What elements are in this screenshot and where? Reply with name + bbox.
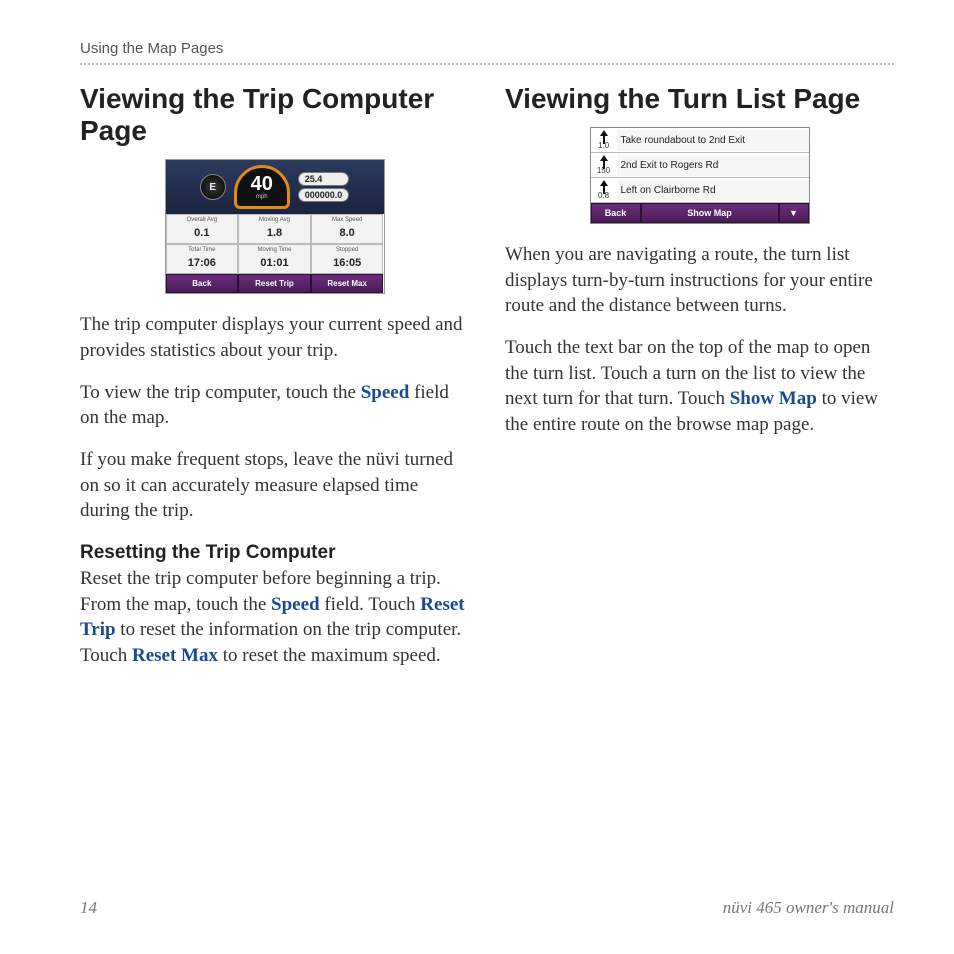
- stat-cell: Moving Time01:01: [238, 244, 311, 274]
- turn-arrow-icon: [599, 130, 609, 140]
- turn-row[interactable]: 1.0 Take roundabout to 2nd Exit: [591, 128, 809, 153]
- turn-text: Take roundabout to 2nd Exit: [617, 130, 809, 151]
- speed-dial: 40 mph: [234, 165, 290, 209]
- page-number: 14: [80, 898, 97, 918]
- reset-trip-button[interactable]: Reset Trip: [238, 274, 311, 293]
- reset-max-ref: Reset Max: [132, 645, 218, 666]
- scroll-down-button[interactable]: [779, 203, 809, 223]
- back-button[interactable]: Back: [591, 203, 641, 223]
- odometer: 000000.0: [298, 188, 350, 202]
- section-header: Using the Map Pages: [80, 40, 894, 65]
- paragraph: If you make frequent stops, leave the nü…: [80, 447, 469, 524]
- show-map-ref: Show Map: [730, 388, 817, 409]
- compass-icon: E: [200, 174, 226, 200]
- paragraph: The trip computer displays your current …: [80, 312, 469, 363]
- paragraph: Reset the trip computer before beginning…: [80, 566, 469, 669]
- stat-cell: Overall Avg0.1: [166, 214, 239, 244]
- left-column: Viewing the Trip Computer Page E 40 mph …: [80, 83, 469, 668]
- trip-distance: 25.4: [298, 172, 350, 186]
- paragraph: Touch the text bar on the top of the map…: [505, 335, 894, 438]
- turn-row[interactable]: 0.8 Left on Clairborne Rd: [591, 178, 809, 203]
- back-button[interactable]: Back: [166, 274, 239, 293]
- turn-text: 2nd Exit to Rogers Rd: [617, 155, 809, 176]
- turn-list-screenshot: 1.0 Take roundabout to 2nd Exit 150 2nd …: [590, 127, 810, 224]
- show-map-button[interactable]: Show Map: [641, 203, 779, 223]
- reset-max-button[interactable]: Reset Max: [311, 274, 384, 293]
- subheading-resetting: Resetting the Trip Computer: [80, 542, 469, 564]
- turn-arrow-icon: [599, 155, 609, 165]
- manual-title: nüvi 465 owner's manual: [723, 898, 894, 918]
- speed-unit: mph: [256, 194, 268, 200]
- paragraph: To view the trip computer, touch the Spe…: [80, 380, 469, 431]
- turn-arrow-icon: [599, 180, 609, 190]
- speed-field-ref: Speed: [361, 382, 410, 403]
- heading-trip-computer: Viewing the Trip Computer Page: [80, 83, 469, 147]
- stat-cell: Moving Avg1.8: [238, 214, 311, 244]
- paragraph: When you are navigating a route, the tur…: [505, 242, 894, 319]
- turn-text: Left on Clairborne Rd: [617, 180, 809, 201]
- stat-cell: Total Time17:06: [166, 244, 239, 274]
- heading-turn-list: Viewing the Turn List Page: [505, 83, 894, 115]
- turn-row[interactable]: 150 2nd Exit to Rogers Rd: [591, 153, 809, 178]
- trip-computer-screenshot: E 40 mph 25.4 000000.0 Overall Avg0.1 Mo…: [165, 159, 385, 294]
- stat-cell: Stopped16:05: [311, 244, 384, 274]
- right-column: Viewing the Turn List Page 1.0 Take roun…: [505, 83, 894, 668]
- speed-value: 40: [251, 174, 273, 194]
- stat-cell: Max Speed8.0: [311, 214, 384, 244]
- speed-field-ref: Speed: [271, 594, 320, 615]
